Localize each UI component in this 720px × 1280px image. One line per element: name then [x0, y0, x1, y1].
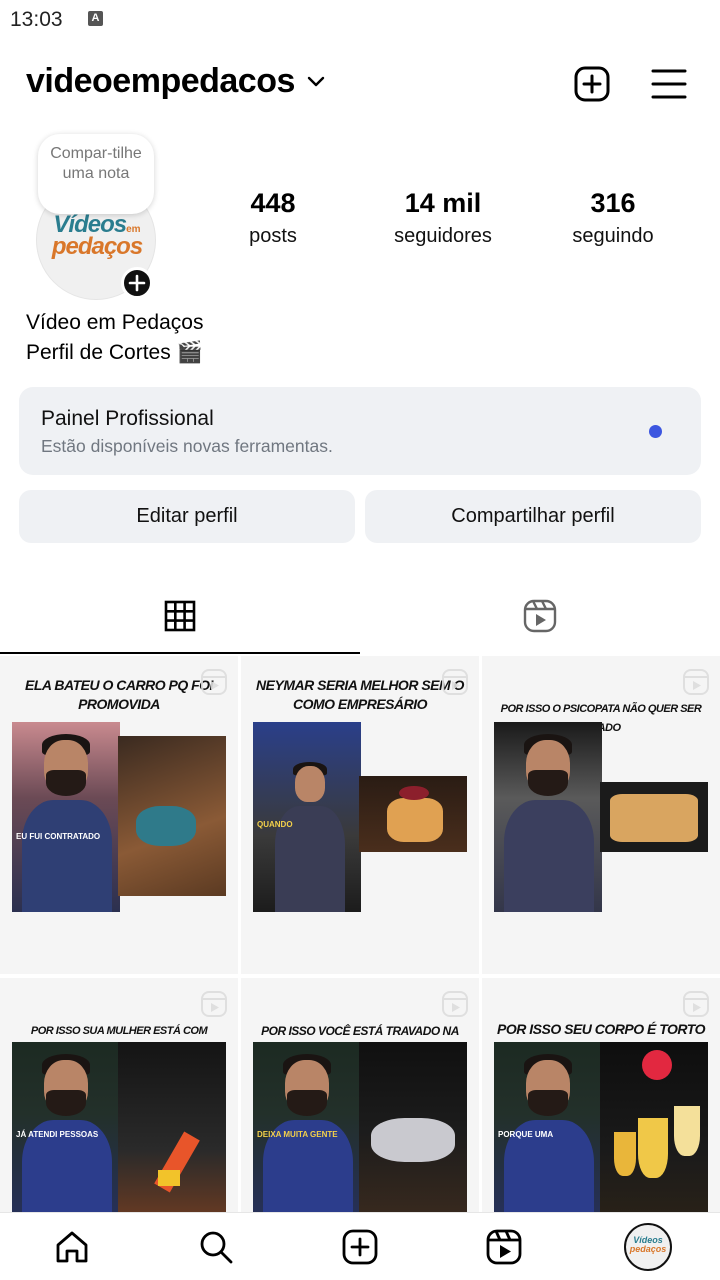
chevron-down-icon[interactable]: [306, 74, 326, 90]
reel-badge-icon: [442, 669, 468, 695]
post-thumbnail-person: [494, 722, 602, 912]
panel-title: Painel Profissional: [41, 407, 214, 430]
reel-badge-icon: [683, 669, 709, 695]
avatar-logo: Vídeosem pedaços: [51, 211, 143, 260]
post-thumbnail-person: DEIXA MUITA GENTE: [253, 1042, 361, 1212]
plus-icon: [128, 274, 146, 292]
post-thumbnail-object: [359, 1042, 467, 1212]
reel-badge-icon: [442, 991, 468, 1017]
active-tab-indicator: [0, 652, 360, 654]
post-title: POR ISSO SEU CORPO É TORTO: [497, 1021, 705, 1037]
grid-icon: [164, 600, 196, 632]
post-title: ELA BATEU O CARRO PQ FOI PROMOVIDA: [25, 677, 213, 712]
reel-badge-icon: [201, 669, 227, 695]
status-bar: 13:03 A: [0, 0, 720, 40]
post-tile[interactable]: POR ISSO O PSICOPATA NÃO QUER SER AMADO: [482, 656, 720, 974]
panel-subtitle: Estão disponíveis novas ferramentas.: [41, 436, 333, 456]
note-bubble[interactable]: Compar-tilhe uma nota: [38, 134, 154, 214]
tab-reels[interactable]: [360, 590, 720, 655]
search-icon[interactable]: [196, 1227, 236, 1267]
status-time: 13:03: [10, 8, 63, 31]
post-tile[interactable]: ELA BATEU O CARRO PQ FOI PROMOVIDA EU FU…: [0, 656, 238, 974]
post-thumbnail-object: [118, 1042, 226, 1212]
post-thumbnail-person: PORQUE UMA: [494, 1042, 602, 1212]
reels-icon: [523, 599, 557, 633]
share-profile-button[interactable]: Compartilhar perfil: [365, 490, 701, 543]
reel-badge-icon: [201, 991, 227, 1017]
profile-avatar[interactable]: Vídeos pedaços: [624, 1223, 672, 1271]
username-switcher[interactable]: videoempedacos: [26, 62, 295, 101]
reels-icon[interactable]: [484, 1227, 524, 1267]
bio: Perfil de Cortes 🎬: [26, 341, 203, 364]
menu-icon[interactable]: [650, 67, 688, 101]
posts-grid: ELA BATEU O CARRO PQ FOI PROMOVIDA EU FU…: [0, 656, 720, 1212]
stat-value: 14 mil: [404, 188, 482, 218]
post-thumbnail-object: [600, 782, 708, 852]
post-tile[interactable]: NEYMAR SERIA MELHOR SEM O COMO EMPRESÁRI…: [241, 656, 479, 974]
professional-dashboard[interactable]: Painel Profissional Estão disponíveis no…: [19, 387, 701, 475]
display-name: Vídeo em Pedaços: [26, 311, 204, 334]
notification-dot: [649, 425, 662, 438]
home-icon[interactable]: [52, 1227, 92, 1267]
note-text: Compar-tilhe uma nota: [50, 145, 142, 182]
edit-profile-button[interactable]: Editar perfil: [19, 490, 355, 543]
post-tile[interactable]: POR ISSO SEU CORPO É TORTO PORQUE UMA: [482, 978, 720, 1212]
post-thumbnail-person: JÁ ATENDI PESSOAS: [12, 1042, 120, 1212]
stat-value: 316: [590, 188, 636, 218]
add-content-icon[interactable]: [573, 65, 611, 103]
post-thumbnail-object: [118, 736, 226, 896]
profile-header: videoempedacos: [0, 58, 720, 108]
post-title: NEYMAR SERIA MELHOR SEM O COMO EMPRESÁRI…: [256, 677, 464, 712]
post-thumbnail-object: [600, 1042, 708, 1212]
status-indicator-icon: A: [88, 11, 103, 26]
stat-label: seguindo: [572, 225, 654, 247]
bottom-navigation: Vídeos pedaços: [0, 1212, 720, 1280]
post-thumbnail-person: EU FUI CONTRATADO: [12, 722, 120, 912]
stat-label: posts: [249, 225, 297, 247]
stat-followers[interactable]: 14 mil seguidores: [363, 188, 523, 248]
post-thumbnail-person: QUANDO: [253, 722, 361, 912]
add-story-button[interactable]: [121, 267, 153, 299]
stat-posts[interactable]: 448 posts: [193, 188, 353, 248]
stat-following[interactable]: 316 seguindo: [533, 188, 693, 248]
stat-label: seguidores: [394, 225, 492, 247]
post-tile[interactable]: POR ISSO SUA MULHER ESTÁ COM SOBREPESO J…: [0, 978, 238, 1212]
stat-value: 448: [250, 188, 296, 218]
post-tile[interactable]: POR ISSO VOCÊ ESTÁ TRAVADO NA VIDA DEIXA…: [241, 978, 479, 1212]
create-icon[interactable]: [340, 1227, 380, 1267]
post-thumbnail-object: [359, 776, 467, 852]
tab-grid[interactable]: [0, 590, 360, 655]
reel-badge-icon: [683, 991, 709, 1017]
